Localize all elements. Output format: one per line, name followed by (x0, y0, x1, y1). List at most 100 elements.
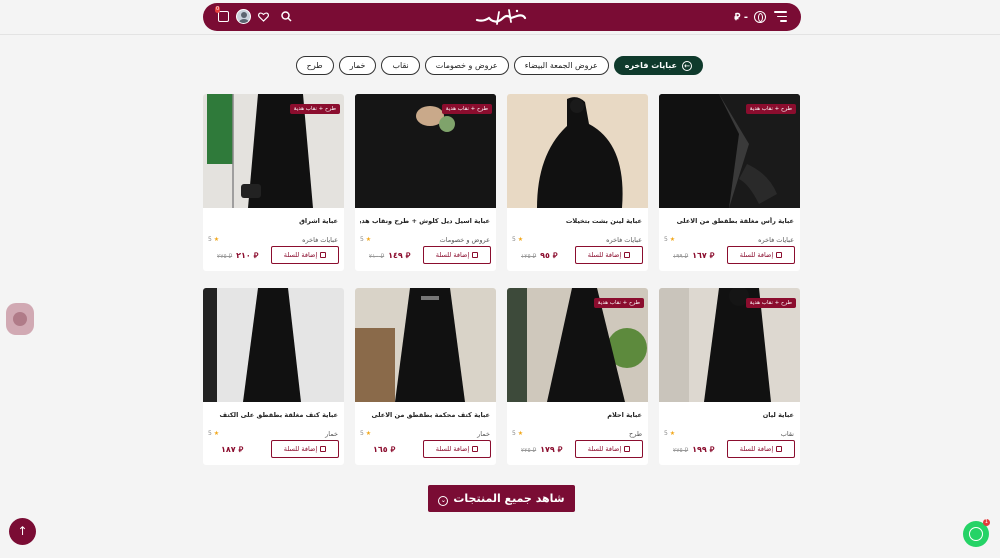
add-to-cart-button[interactable]: إضافة للسلة (575, 246, 643, 264)
product-rating: 5 ★ (208, 430, 220, 437)
category-pill-black-friday[interactable]: عروض الجمعة البيضاء (513, 56, 609, 75)
star-icon: ★ (669, 236, 676, 243)
add-to-cart-button[interactable]: إضافة للسلة (423, 246, 491, 264)
scroll-to-top-button[interactable]: ↑ (9, 518, 36, 545)
product-image[interactable] (507, 94, 648, 208)
arrow-left-icon: ← (682, 60, 692, 71)
add-to-cart-button[interactable]: إضافة للسلة (727, 440, 795, 458)
product-card[interactable]: طرح + نقاب هدية عباية ليان نقاب 5 ★ إضاف… (659, 288, 800, 465)
star-icon: ★ (669, 430, 676, 437)
arrow-up-icon: ↑ (17, 524, 28, 538)
top-header: ⃁ - 0 (203, 3, 801, 31)
product-image[interactable]: طرح + نقاب هدية (355, 94, 496, 208)
accessibility-widget-button[interactable] (6, 303, 34, 335)
add-to-cart-button[interactable]: إضافة للسلة (423, 440, 491, 458)
product-price: ⃁ ٢١٠⃁ ٢٧٥ (217, 251, 259, 260)
product-price: ⃁ ١٨٧ (221, 445, 244, 454)
language-icon[interactable] (754, 11, 766, 23)
star-icon: ★ (213, 236, 220, 243)
promo-badge: طرح + نقاب هدية (441, 104, 492, 114)
product-card[interactable]: طرح + نقاب هدية عباية احلام طرح 5 ★ إضاف… (507, 288, 648, 465)
product-price: ⃁ ٩٥⃁ ١٢٥ (521, 251, 558, 260)
product-rating: 5 ★ (664, 236, 676, 243)
star-icon: ★ (213, 430, 220, 437)
header-divider (0, 34, 1000, 35)
old-price: ⃁ ٢٧٥ (673, 447, 689, 454)
wishlist-heart-icon[interactable] (258, 12, 269, 22)
old-price: ⃁ ١٩٩ (673, 253, 689, 260)
product-rating: 5 ★ (360, 236, 372, 243)
search-icon[interactable] (281, 11, 292, 22)
product-image[interactable] (203, 288, 344, 402)
star-icon: ★ (517, 236, 524, 243)
category-pill-tarha[interactable]: طرح (295, 56, 334, 75)
product-image[interactable]: طرح + نقاب هدية (507, 288, 648, 402)
old-price: ⃁ ١٢٥ (521, 253, 537, 260)
product-rating: 5 ★ (208, 236, 220, 243)
product-card[interactable]: طرح + نقاب هدية عباية اسيل ديل كلوش + طر… (355, 94, 496, 271)
product-card[interactable]: عباية كتف محكمة بطقطق من الاعلى خمار 5 ★… (355, 288, 496, 465)
product-title[interactable]: عباية اشراق (208, 217, 338, 225)
product-category: خمار (325, 430, 338, 438)
product-title[interactable]: عباية احلام (512, 411, 642, 419)
category-pill-khimar[interactable]: خمار (338, 56, 377, 75)
category-filter-bar: عبايات فاخره ← عروض الجمعة البيضاء عروض … (295, 56, 703, 75)
cart-icon (472, 252, 479, 258)
promo-badge: طرح + نقاب هدية (289, 104, 340, 114)
old-price: ⃁ ٢٢٥ (521, 447, 537, 454)
product-title[interactable]: عباية اسيل ديل كلوش + طرح ونقاب هدية (360, 217, 490, 225)
product-price: ⃁ ١٤٩⃁ ٢١٠ (369, 251, 411, 260)
product-image[interactable]: طرح + نقاب هدية (659, 288, 800, 402)
currency-selector[interactable]: ⃁ - (734, 10, 748, 23)
product-title[interactable]: عباية رأس مغلقة بطقطق من الاعلى (664, 217, 794, 225)
product-category: طرح (629, 430, 642, 438)
product-price: ⃁ ١٦٧⃁ ١٩٩ (673, 251, 715, 260)
product-price: ⃁ ١٧٩⃁ ٢٢٥ (521, 445, 563, 454)
user-avatar[interactable] (236, 9, 251, 24)
product-title[interactable]: عباية كتف محكمة بطقطق من الاعلى (360, 411, 490, 419)
add-to-cart-button[interactable]: إضافة للسلة (271, 440, 339, 458)
cart-icon (320, 252, 327, 258)
product-card[interactable]: عباية كتف مغلقة بطقطق على الكتف خمار 5 ★… (203, 288, 344, 465)
product-rating: 5 ★ (360, 430, 372, 437)
promo-badge: طرح + نقاب هدية (745, 104, 796, 114)
promo-badge: طرح + نقاب هدية (593, 298, 644, 308)
star-icon: ★ (517, 430, 524, 437)
product-image[interactable]: طرح + نقاب هدية (659, 94, 800, 208)
category-pill-offers[interactable]: عروض و خصومات (424, 56, 509, 75)
product-price: ⃁ ١٩٩⃁ ٢٧٥ (673, 445, 715, 454)
product-rating: 5 ★ (512, 430, 524, 437)
product-rating: 5 ★ (664, 430, 676, 437)
menu-icon[interactable] (774, 11, 787, 22)
cart-icon (776, 446, 783, 452)
product-category: عبايات فاخره (758, 236, 794, 244)
view-all-products-button[interactable]: شاهد جميع المنتجات⌄ (428, 485, 575, 512)
product-title[interactable]: عباية كتف مغلقة بطقطق على الكتف (208, 411, 338, 419)
product-image[interactable] (355, 288, 496, 402)
product-card[interactable]: عباية لينن بشت بتخيلات عبايات فاخره 5 ★ … (507, 94, 648, 271)
product-category: نقاب (780, 430, 794, 438)
product-category: عبايات فاخره (606, 236, 642, 244)
old-price: ⃁ ٢٧٥ (217, 253, 233, 260)
add-to-cart-button[interactable]: إضافة للسلة (575, 440, 643, 458)
product-price: ⃁ ١٦٥ (373, 445, 396, 454)
category-pill-niqab[interactable]: نقاب (381, 56, 420, 75)
cart-count-badge: 0 (215, 6, 221, 13)
product-image[interactable]: طرح + نقاب هدية (203, 94, 344, 208)
product-title[interactable]: عباية ليان (664, 411, 794, 419)
product-card[interactable]: طرح + نقاب هدية عباية اشراق عبايات فاخره… (203, 94, 344, 271)
cart-icon (320, 446, 327, 452)
whatsapp-notification-badge: 1 (983, 519, 990, 526)
category-pill-luxury-abayas[interactable]: عبايات فاخره ← (613, 56, 703, 75)
add-to-cart-button[interactable]: إضافة للسلة (727, 246, 795, 264)
brand-logo[interactable] (473, 6, 529, 28)
cart-icon (624, 252, 631, 258)
star-icon: ★ (365, 236, 372, 243)
product-title[interactable]: عباية لينن بشت بتخيلات (512, 217, 642, 225)
cart-icon[interactable] (218, 11, 229, 22)
add-to-cart-button[interactable]: إضافة للسلة (271, 246, 339, 264)
product-card[interactable]: طرح + نقاب هدية عباية رأس مغلقة بطقطق من… (659, 94, 800, 271)
star-icon: ★ (365, 430, 372, 437)
product-category: عبايات فاخره (302, 236, 338, 244)
cart-icon (624, 446, 631, 452)
